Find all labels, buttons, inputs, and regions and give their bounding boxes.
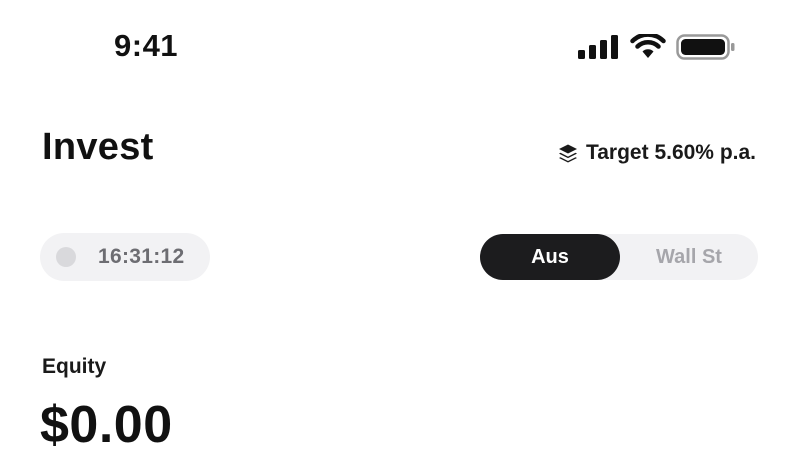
wifi-icon xyxy=(630,34,666,60)
market-clock-time: 16:31:12 xyxy=(98,245,185,268)
market-clock-pill: 16:31:12 xyxy=(40,233,210,281)
market-status-dot xyxy=(56,247,76,267)
target-rate-label: Target 5.60% p.a. xyxy=(585,141,756,164)
target-rate-button[interactable]: Target 5.60% p.a. xyxy=(558,141,756,165)
battery-icon xyxy=(676,34,736,60)
equity-value: $0.00 xyxy=(40,396,173,450)
market-toggle-aus[interactable]: Aus xyxy=(480,234,620,280)
page-title: Invest xyxy=(42,126,154,168)
status-bar-icons xyxy=(578,34,736,60)
invest-screen: 9:41 Invest Target 5.60% p.a. 16:31:12 A… xyxy=(0,0,800,450)
market-toggle: Aus Wall St xyxy=(480,234,758,280)
cellular-signal-icon xyxy=(578,35,620,59)
status-bar-time: 9:41 xyxy=(114,28,179,63)
equity-label: Equity xyxy=(42,355,107,378)
layers-icon xyxy=(558,143,578,163)
market-toggle-wall-st[interactable]: Wall St xyxy=(620,234,758,280)
